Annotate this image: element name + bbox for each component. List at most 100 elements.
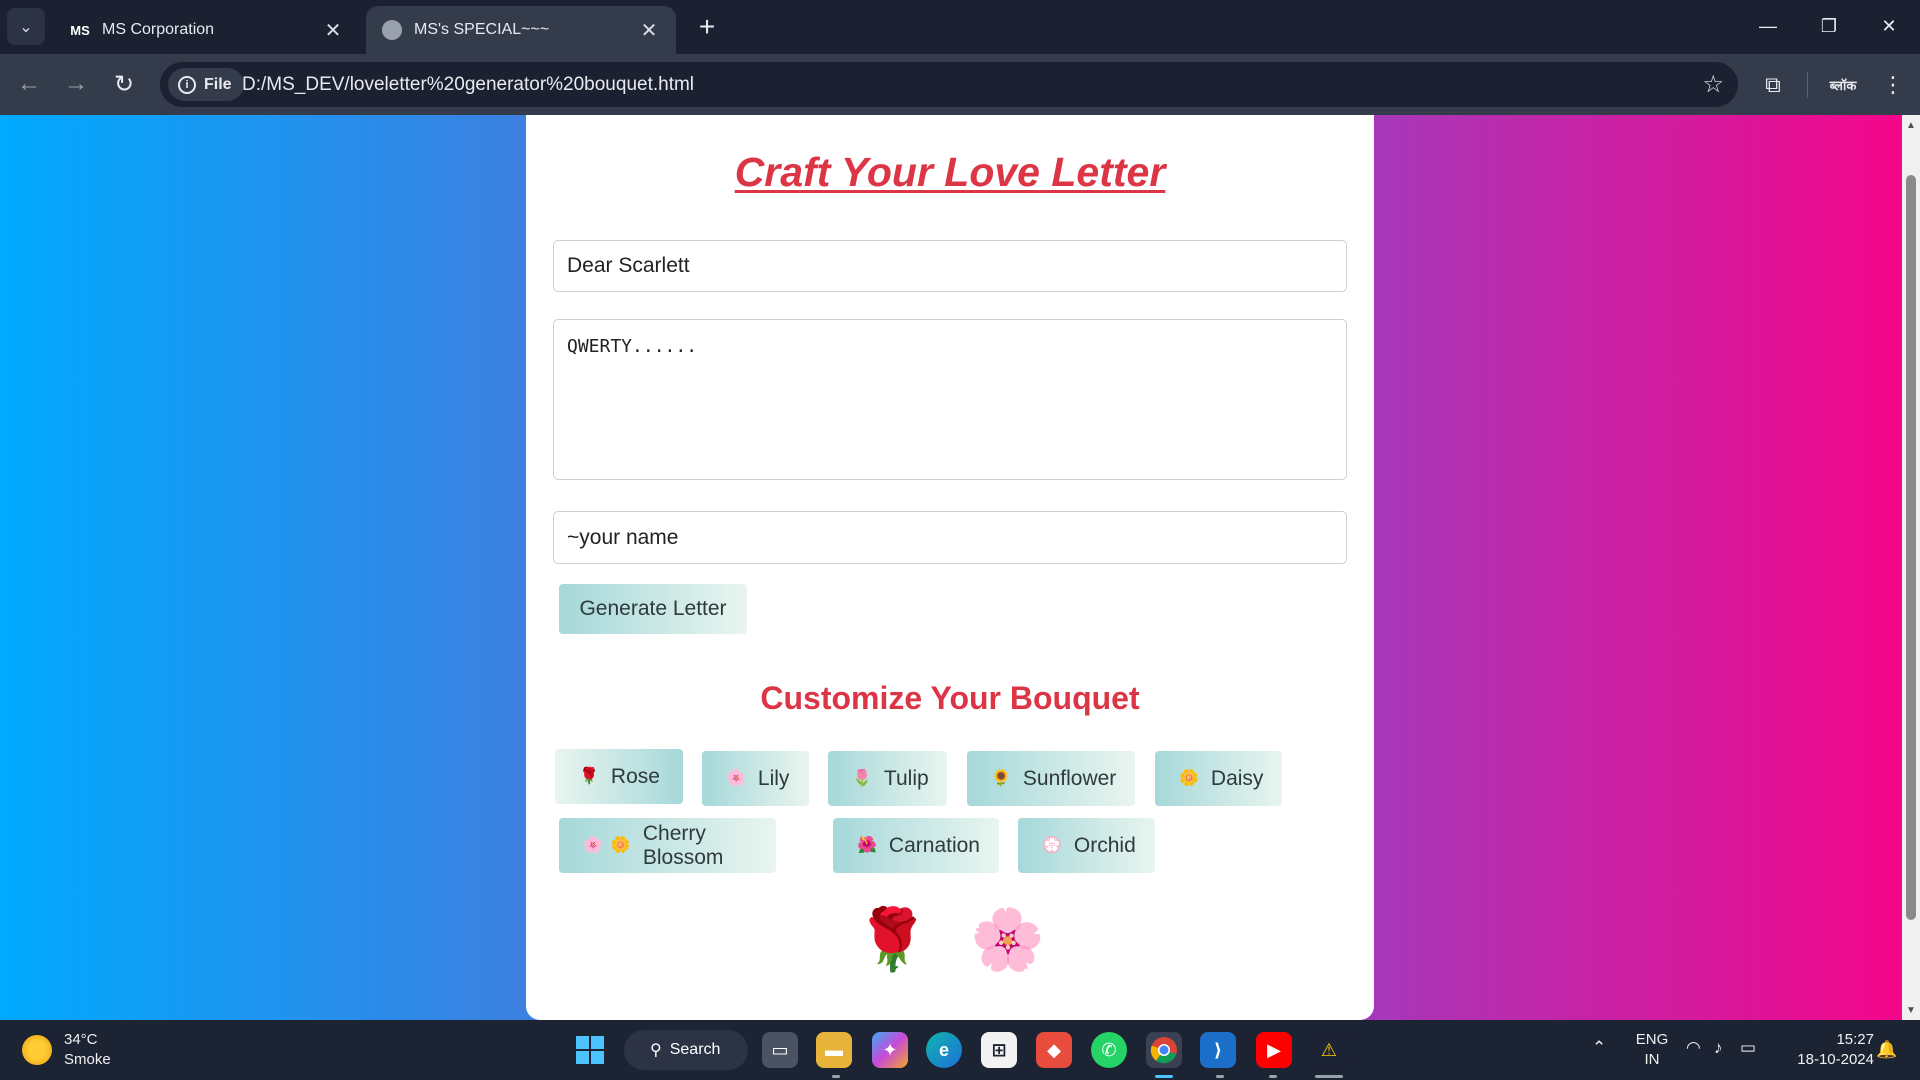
region-code: IN: [1644, 1051, 1660, 1068]
flower-button-tulip[interactable]: 🌷 Tulip: [828, 751, 947, 806]
arrow-left-icon: ←: [17, 70, 41, 97]
tab-ms-special[interactable]: MS's SPECIAL~~~ ✕: [366, 6, 676, 54]
copilot-icon[interactable]: ✦: [872, 1032, 908, 1068]
bouquet-preview: 🌹 🌸: [526, 910, 1374, 970]
language-indicator[interactable]: ENG IN: [1630, 1030, 1674, 1070]
battery-icon[interactable]: ▭: [1740, 1038, 1756, 1058]
chrome-icon[interactable]: [1146, 1032, 1182, 1068]
restore-icon: ❐: [1820, 15, 1838, 36]
flower-button-cherry-blossom[interactable]: 🌸 🌼 Cherry Blossom: [559, 818, 776, 873]
extension-button[interactable]: ब्लॉक: [1826, 68, 1860, 102]
search-icon: ⚲: [650, 1042, 662, 1059]
restore-button[interactable]: ❐: [1806, 8, 1852, 44]
volume-icon[interactable]: ♪: [1714, 1038, 1723, 1058]
chevron-down-icon: ⌄: [19, 18, 33, 36]
arrow-right-icon: →: [64, 70, 88, 97]
vscode-icon[interactable]: ⟩: [1200, 1032, 1236, 1068]
flower-label: Daisy: [1210, 766, 1264, 790]
close-icon: ✕: [1881, 15, 1897, 36]
anydesk-icon[interactable]: ◆: [1036, 1032, 1072, 1068]
running-indicator: [1315, 1075, 1343, 1078]
whatsapp-icon[interactable]: ✆: [1091, 1032, 1127, 1068]
browser-tab-bar: ⌄ MS MS Corporation ✕ MS's SPECIAL~~~ ✕ …: [0, 0, 1920, 54]
scrollbar-thumb[interactable]: [1906, 175, 1916, 920]
sunflower-icon: 🌻: [991, 769, 1011, 787]
cherry-blossom-icon: 🌸: [583, 836, 603, 854]
warning-app-icon[interactable]: ⚠: [1311, 1032, 1347, 1068]
reload-button[interactable]: ↻: [107, 67, 141, 101]
notification-bell-icon[interactable]: 🔔: [1876, 1040, 1897, 1060]
flower-button-lily[interactable]: 🌸 Lily: [702, 751, 809, 806]
globe-icon: [382, 20, 402, 40]
ms-favicon-icon: MS: [70, 22, 90, 38]
tab-title: MS's SPECIAL~~~: [414, 21, 550, 38]
scroll-down-icon[interactable]: ▼: [1902, 1002, 1920, 1018]
flower-button-sunflower[interactable]: 🌻 Sunflower: [967, 751, 1135, 806]
browser-toolbar: ← → ↻ i File D:/MS_DEV/loveletter%20gene…: [0, 54, 1920, 115]
orchid-icon: 💮: [1042, 836, 1062, 854]
info-icon: i: [178, 75, 196, 94]
flower-label: Cherry Blossom: [642, 821, 724, 869]
page-scrollbar[interactable]: ▲ ▼: [1902, 115, 1920, 1020]
new-tab-button[interactable]: +: [690, 10, 724, 44]
message-textarea[interactable]: QWERTY......: [553, 319, 1347, 480]
minimize-icon: —: [1759, 15, 1777, 36]
carnation-icon: 🌺: [857, 836, 877, 854]
greeting-input[interactable]: Dear Scarlett: [553, 240, 1347, 292]
signature-input[interactable]: ~your name: [553, 511, 1347, 564]
page-viewport: Craft Your Love Letter Dear Scarlett QWE…: [0, 115, 1902, 1020]
generate-letter-button[interactable]: Generate Letter: [559, 584, 747, 634]
edge-browser-icon[interactable]: e: [926, 1032, 962, 1068]
tab-search-button[interactable]: ⌄: [7, 8, 45, 45]
extensions-puzzle-icon[interactable]: ⧉: [1756, 68, 1790, 102]
minimize-button[interactable]: —: [1745, 8, 1791, 44]
clock-date: 18-10-2024: [1797, 1051, 1874, 1068]
microsoft-store-icon[interactable]: ⊞: [981, 1032, 1017, 1068]
flower-button-orchid[interactable]: 💮 Orchid: [1018, 818, 1155, 873]
url-text[interactable]: D:/MS_DEV/loveletter%20generator%20bouqu…: [242, 74, 694, 96]
more-menu-icon[interactable]: ⋮: [1876, 68, 1910, 102]
tab-ms-corporation[interactable]: MS MS Corporation ✕: [54, 6, 360, 54]
search-label: Search: [669, 1041, 721, 1058]
lily-icon: 🌸: [726, 769, 746, 787]
os-taskbar: 34°C Smoke ⚲ Search ▭ ▬ ✦ e ⊞ ◆ ✆ ⟩ ▶ ⚠ …: [0, 1020, 1920, 1080]
clock[interactable]: 15:27 18-10-2024: [1782, 1030, 1874, 1070]
chevron-up-icon[interactable]: ⌃: [1592, 1038, 1606, 1058]
running-indicator: [1269, 1075, 1277, 1078]
weather-sun-icon: [22, 1035, 52, 1065]
weather-description: Smoke: [64, 1051, 111, 1068]
address-bar[interactable]: i File D:/MS_DEV/loveletter%20generator%…: [160, 62, 1738, 107]
blossom-icon: 🌼: [610, 836, 631, 854]
cherry-blossom-icon: 🌸: [970, 906, 1045, 973]
language-code: ENG: [1635, 1031, 1669, 1048]
flower-button-daisy[interactable]: 🌼 Daisy: [1155, 751, 1282, 806]
rose-icon: 🌹: [855, 906, 930, 973]
reload-icon: ↻: [113, 70, 135, 98]
close-window-button[interactable]: ✕: [1866, 8, 1912, 44]
flower-button-rose[interactable]: 🌹 Rose: [555, 749, 683, 804]
file-explorer-icon[interactable]: ▬: [816, 1032, 852, 1068]
site-info-chip[interactable]: i File: [168, 68, 244, 101]
weather-widget[interactable]: 34°C Smoke: [22, 1030, 111, 1070]
clock-time: 15:27: [1836, 1031, 1874, 1048]
site-info-label: File: [204, 75, 232, 93]
bookmark-star-icon[interactable]: ☆: [1702, 70, 1724, 99]
scroll-up-icon[interactable]: ▲: [1902, 117, 1920, 133]
toolbar-divider: [1807, 72, 1808, 98]
forward-button[interactable]: →: [59, 67, 93, 101]
flower-label: Rose: [610, 764, 660, 788]
close-icon[interactable]: ✕: [638, 18, 660, 43]
youtube-icon[interactable]: ▶: [1256, 1032, 1292, 1068]
flower-button-carnation[interactable]: 🌺 Carnation: [833, 818, 999, 873]
close-icon[interactable]: ✕: [322, 18, 344, 43]
wifi-icon[interactable]: ◠: [1686, 1038, 1701, 1058]
windows-start-icon[interactable]: [572, 1032, 608, 1068]
page-title: Craft Your Love Letter: [734, 149, 1166, 195]
plus-icon: +: [698, 11, 716, 42]
taskbar-search[interactable]: ⚲ Search: [624, 1030, 748, 1070]
bouquet-title: Customize Your Bouquet: [760, 680, 1140, 716]
daisy-icon: 🌼: [1179, 769, 1199, 787]
flower-label: Sunflower: [1022, 766, 1117, 790]
task-view-icon[interactable]: ▭: [762, 1032, 798, 1068]
back-button[interactable]: ←: [12, 67, 46, 101]
